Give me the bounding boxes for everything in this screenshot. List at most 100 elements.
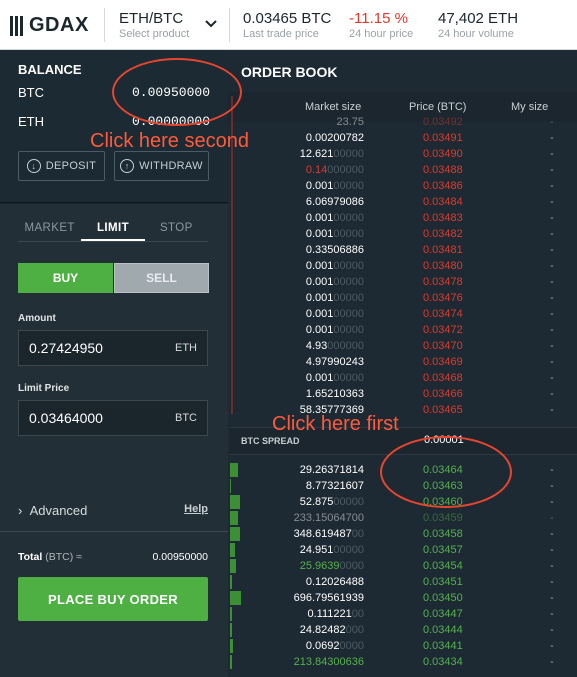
tab-limit[interactable]: LIMIT xyxy=(81,220,145,241)
size-padding: 00000 xyxy=(333,372,364,384)
ask-row[interactable]: 1.65210363 0.03466 - xyxy=(230,386,577,402)
bid-row[interactable]: 25.96390000 0.03454 - xyxy=(230,558,577,574)
ask-row[interactable]: 0.00100000 0.03486 - xyxy=(230,178,577,194)
price-value[interactable]: 0.03451 xyxy=(423,574,493,590)
size-value: 4.93 xyxy=(305,340,328,352)
price-value[interactable]: 0.03491 xyxy=(423,130,493,146)
price-value[interactable]: 0.03476 xyxy=(423,290,493,306)
bid-row[interactable]: 213.84300636 0.03434 - xyxy=(230,654,577,670)
size-padding: 0000 xyxy=(339,560,364,572)
price-value[interactable]: 0.03472 xyxy=(423,322,493,338)
my-size-value: - xyxy=(550,576,554,588)
market-size: 696.79561939 xyxy=(294,590,364,606)
ask-row[interactable]: 0.33506886 0.03481 - xyxy=(230,242,577,258)
bid-row[interactable]: 0.12026488 0.03451 - xyxy=(230,574,577,590)
bid-row[interactable]: 24.95100000 0.03457 - xyxy=(230,542,577,558)
market-size: 233.15064700 xyxy=(294,510,364,526)
price-value[interactable]: 0.03482 xyxy=(423,226,493,242)
price-value[interactable]: 0.03486 xyxy=(423,178,493,194)
price-value[interactable]: 0.03480 xyxy=(423,258,493,274)
ask-row[interactable]: 6.06979086 0.03484 - xyxy=(230,194,577,210)
annotation-first: Click here first xyxy=(272,413,399,435)
size-padding: 000 xyxy=(345,624,364,636)
my-size-value: - xyxy=(550,340,554,352)
market-size: 0.00100000 xyxy=(306,370,364,386)
help-link[interactable]: Help xyxy=(184,503,208,518)
price-value[interactable]: 0.03458 xyxy=(423,526,493,542)
price-value[interactable]: 0.03444 xyxy=(423,622,493,638)
advanced-row: › Advanced Help xyxy=(18,503,208,518)
limit-price-value[interactable]: 0.03464000 xyxy=(29,410,103,426)
ask-row[interactable]: 0.00100000 0.03472 - xyxy=(230,322,577,338)
price-value[interactable]: 0.03457 xyxy=(423,542,493,558)
price-value[interactable]: 0.03468 xyxy=(423,370,493,386)
size-value: 0.001 xyxy=(305,308,334,320)
ask-row[interactable]: 0.00100000 0.03482 - xyxy=(230,226,577,242)
price-value[interactable]: 0.03488 xyxy=(423,162,493,178)
advanced-label: Advanced xyxy=(29,503,88,518)
ask-row[interactable]: 0.00200782 0.03491 - xyxy=(230,130,577,146)
bid-row[interactable]: 24.82482000 0.03444 - xyxy=(230,622,577,638)
ask-row[interactable]: 0.00100000 0.03476 - xyxy=(230,290,577,306)
col-price: Price (BTC) xyxy=(409,101,467,113)
price-value[interactable]: 0.03469 xyxy=(423,354,493,370)
ask-row[interactable]: 4.97990243 0.03469 - xyxy=(230,354,577,370)
deposit-button[interactable]: ↓ DEPOSIT xyxy=(18,151,105,181)
ask-row[interactable]: 0.00100000 0.03468 - xyxy=(230,370,577,386)
my-size-value: - xyxy=(550,356,554,368)
advanced-toggle[interactable]: › Advanced xyxy=(18,503,87,518)
ask-row[interactable]: 0.00100000 0.03478 - xyxy=(230,274,577,290)
sell-toggle[interactable]: SELL xyxy=(114,263,209,293)
price-value[interactable]: 0.03441 xyxy=(423,638,493,654)
bid-row[interactable]: 0.06920000 0.03441 - xyxy=(230,638,577,654)
my-size-value: - xyxy=(550,464,554,476)
product-selector[interactable]: ETH/BTC Select product xyxy=(119,10,189,41)
bid-row[interactable]: 233.15064700 0.03459 - xyxy=(230,510,577,526)
market-size: 6.06979086 xyxy=(306,194,364,210)
price-value[interactable]: 0.03481 xyxy=(423,242,493,258)
ask-row[interactable]: 0.00100000 0.03474 - xyxy=(230,306,577,322)
bid-row[interactable]: 696.79561939 0.03450 - xyxy=(230,590,577,606)
place-buy-order-button[interactable]: PLACE BUY ORDER xyxy=(18,577,208,621)
ask-row[interactable]: 4.93000000 0.03470 - xyxy=(230,338,577,354)
price-value[interactable]: 0.03447 xyxy=(423,606,493,622)
volume-label: 24 hour volume xyxy=(438,28,514,40)
size-value: 24.951 xyxy=(299,544,334,556)
amount-value[interactable]: 0.27424950 xyxy=(29,340,103,356)
bid-row[interactable]: 0.11122100 0.03447 - xyxy=(230,606,577,622)
price-value[interactable]: 0.03474 xyxy=(423,306,493,322)
price-value[interactable]: 0.03470 xyxy=(423,338,493,354)
price-value[interactable]: 0.03478 xyxy=(423,274,493,290)
price-value[interactable]: 0.03454 xyxy=(423,558,493,574)
price-value[interactable]: 0.03492 xyxy=(423,114,493,130)
size-value: 29.26371814 xyxy=(299,464,364,476)
bid-row[interactable]: 348.61948700 0.03458 - xyxy=(230,526,577,542)
tab-stop[interactable]: STOP xyxy=(145,220,208,241)
price-value[interactable]: 0.03466 xyxy=(423,386,493,402)
amount-field[interactable]: 0.27424950 ETH xyxy=(18,330,208,366)
limit-price-field[interactable]: 0.03464000 BTC xyxy=(18,400,208,436)
withdraw-button[interactable]: ↑ WITHDRAW xyxy=(114,151,209,181)
total-label: Total xyxy=(18,551,43,563)
size-padding: 00000 xyxy=(333,228,364,240)
price-value[interactable]: 0.03490 xyxy=(423,146,493,162)
ask-row[interactable]: 23.75 0.03492 - xyxy=(230,114,577,130)
chevron-down-icon[interactable] xyxy=(205,17,217,31)
price-value[interactable]: 0.03450 xyxy=(423,590,493,606)
ask-row[interactable]: 0.00100000 0.03480 - xyxy=(230,258,577,274)
gdax-logo[interactable]: GDAX xyxy=(10,14,89,37)
divider xyxy=(229,8,230,42)
size-value: 8.77321607 xyxy=(305,480,364,492)
ask-row[interactable]: 0.00100000 0.03483 - xyxy=(230,210,577,226)
price-value[interactable]: 0.03484 xyxy=(423,194,493,210)
ask-row[interactable]: 12.62100000 0.03490 - xyxy=(230,146,577,162)
ask-row[interactable]: 0.14000000 0.03488 - xyxy=(230,162,577,178)
balance-title: BALANCE xyxy=(18,62,82,77)
price-value[interactable]: 0.03459 xyxy=(423,510,493,526)
tab-market[interactable]: MARKET xyxy=(18,220,81,241)
price-value[interactable]: 0.03483 xyxy=(423,210,493,226)
buy-toggle[interactable]: BUY xyxy=(18,263,113,293)
market-size: 4.97990243 xyxy=(306,354,364,370)
price-value[interactable]: 0.03465 xyxy=(423,402,493,418)
price-value[interactable]: 0.03434 xyxy=(423,654,493,670)
